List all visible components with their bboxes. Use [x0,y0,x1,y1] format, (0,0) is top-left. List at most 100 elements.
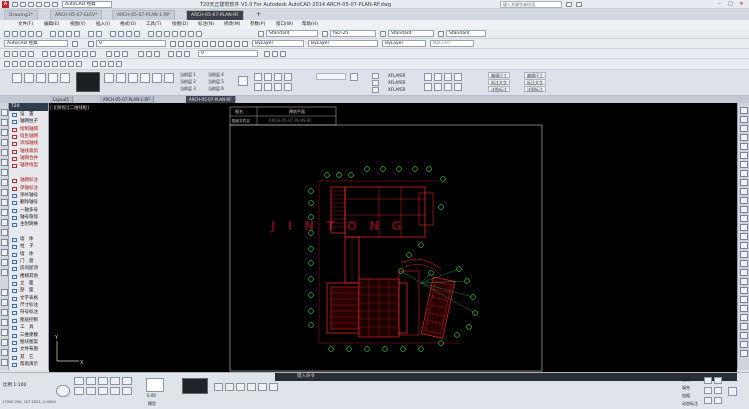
doc-tab-drawing1[interactable]: Drawing1* [4,10,38,20]
menu-window[interactable]: 窗口(W) [276,21,293,27]
dim-linear-icon[interactable] [740,107,748,114]
column-icon[interactable] [36,73,46,83]
lock-ui-icon[interactable] [258,383,267,391]
text-icon[interactable] [100,61,106,67]
visual-style-icon[interactable] [168,51,174,57]
match-properties-icon[interactable] [74,31,80,37]
auto-scale-icon[interactable] [236,383,245,391]
ortho-icon[interactable] [98,377,108,385]
layer-merge-icon[interactable] [234,41,240,47]
grid-display-icon[interactable] [86,377,96,385]
dim-style-icon[interactable] [740,278,748,285]
layer-tool-5-icon[interactable] [254,83,262,91]
layer-tool-2-icon[interactable] [264,73,272,81]
preview-icon[interactable] [36,31,42,37]
dim-space-icon[interactable] [740,197,748,204]
save-icon[interactable] [28,2,34,7]
layer-tool-4-icon[interactable] [284,73,292,81]
ribbon-tool-e-icon[interactable] [424,83,432,91]
dim-text-edit-icon[interactable] [740,260,748,267]
room-icon[interactable] [104,73,114,83]
new-tab-icon[interactable]: + [256,11,261,18]
tool-hatch-icon[interactable] [1,229,8,236]
tool-rectangle-icon[interactable] [1,149,8,156]
redo-icon[interactable] [52,2,58,7]
drawing-canvas[interactable]: [-][俯视][二维线框] 图名 建筑平面 图纸文件名 ARCH-05-07-P… [49,103,737,372]
save-icon[interactable] [20,31,26,37]
layer-off-icon[interactable] [210,41,216,47]
copy-icon[interactable] [58,31,64,37]
menu-draw[interactable]: 绘图(D) [172,21,188,27]
search-icon[interactable] [566,2,572,7]
ribbon-tool-f-icon[interactable] [434,83,442,91]
multileader-style-icon[interactable] [438,31,444,37]
ucs-previous-icon[interactable] [122,51,128,57]
menu-dimension[interactable]: 标注(N) [198,21,214,27]
cut-icon[interactable] [50,31,56,37]
status-right-label-1[interactable]: 基线 [682,377,690,383]
fillet-icon[interactable] [68,61,74,67]
status-toggle-4-icon[interactable] [714,387,722,394]
lineweight-dropdown[interactable]: ByLayer [382,40,426,47]
make-current-layer-icon[interactable] [170,41,176,47]
tool-block-icon[interactable] [1,209,8,216]
dimension-text-button[interactable]: 标注文字 [488,79,510,85]
render-icon[interactable] [264,51,270,57]
palette-item[interactable]: 符号标注 [9,310,48,316]
dim-angular-icon[interactable] [740,161,748,168]
tool-ellipse-icon[interactable] [1,199,8,206]
calculator-icon[interactable] [188,31,194,37]
ribbon-tool-h-icon[interactable] [454,83,462,91]
zoom-all-icon[interactable] [740,314,748,321]
table-style-icon[interactable] [380,31,386,37]
palette-item[interactable]: 轴号隐现 [9,215,48,221]
palette-item[interactable]: 轴网柱子 [9,119,48,125]
status-right-label-4[interactable]: 动态标注 [682,401,698,407]
window-icon[interactable] [60,73,70,83]
zoom-in-icon[interactable] [740,296,748,303]
status-toggle-6-icon[interactable] [714,397,722,404]
dimension-icon[interactable] [152,73,162,83]
menu-file[interactable]: 文件(F) [18,21,33,27]
zoom-realtime-icon[interactable] [118,31,124,37]
palette-item[interactable]: 添加轴线 [9,141,48,147]
arc-icon[interactable] [28,51,34,57]
doc-tab-elev[interactable]: ARCH-05-07-ELEV* [50,10,103,20]
status-toggle-3-icon[interactable] [704,387,712,394]
polyline-icon[interactable] [12,51,18,57]
palette-item[interactable]: 主附转换 [9,222,48,228]
customization-icon[interactable] [728,387,737,396]
palette-item[interactable]: 三维建模 [9,333,48,339]
palette-item[interactable]: 图块图案 [9,340,48,346]
midpoint-snap-icon[interactable] [58,51,64,57]
isolate-objects-icon[interactable] [269,383,278,391]
open-icon[interactable] [12,31,18,37]
sheet-set-icon[interactable] [172,31,178,37]
layer-walk-icon[interactable] [226,41,232,47]
dim-quick-icon[interactable] [740,170,748,177]
zoom-extents-icon[interactable] [740,287,748,294]
dim-style-icon[interactable] [322,31,328,37]
layer-tool-3-icon[interactable] [274,73,282,81]
palette-item[interactable]: 轴改线型 [9,163,48,169]
layer-tool-8-icon[interactable] [284,83,292,91]
tool-erase-icon[interactable] [1,289,8,296]
osnap-icon[interactable] [122,377,132,385]
tool-region-icon[interactable] [1,249,8,256]
new-file-icon[interactable] [12,2,18,7]
globe-icon[interactable] [56,385,70,397]
properties-icon[interactable] [148,31,154,37]
help-icon[interactable] [196,31,202,37]
polar-icon[interactable] [110,377,120,385]
ducs-icon[interactable] [86,387,96,395]
extend-icon[interactable] [60,61,66,67]
dim-diameter-icon[interactable] [740,152,748,159]
status-right-label-2[interactable]: 填充 [682,385,690,391]
dimension-text-button-b[interactable]: 标注文字 [524,79,546,85]
view-front-icon[interactable] [146,51,152,57]
layer-properties-icon[interactable] [88,41,94,47]
block-icon[interactable] [108,61,114,67]
color-dropdown[interactable]: ByLayer [252,40,304,47]
rotate-icon[interactable] [12,61,18,67]
hatch-icon[interactable] [92,61,98,67]
